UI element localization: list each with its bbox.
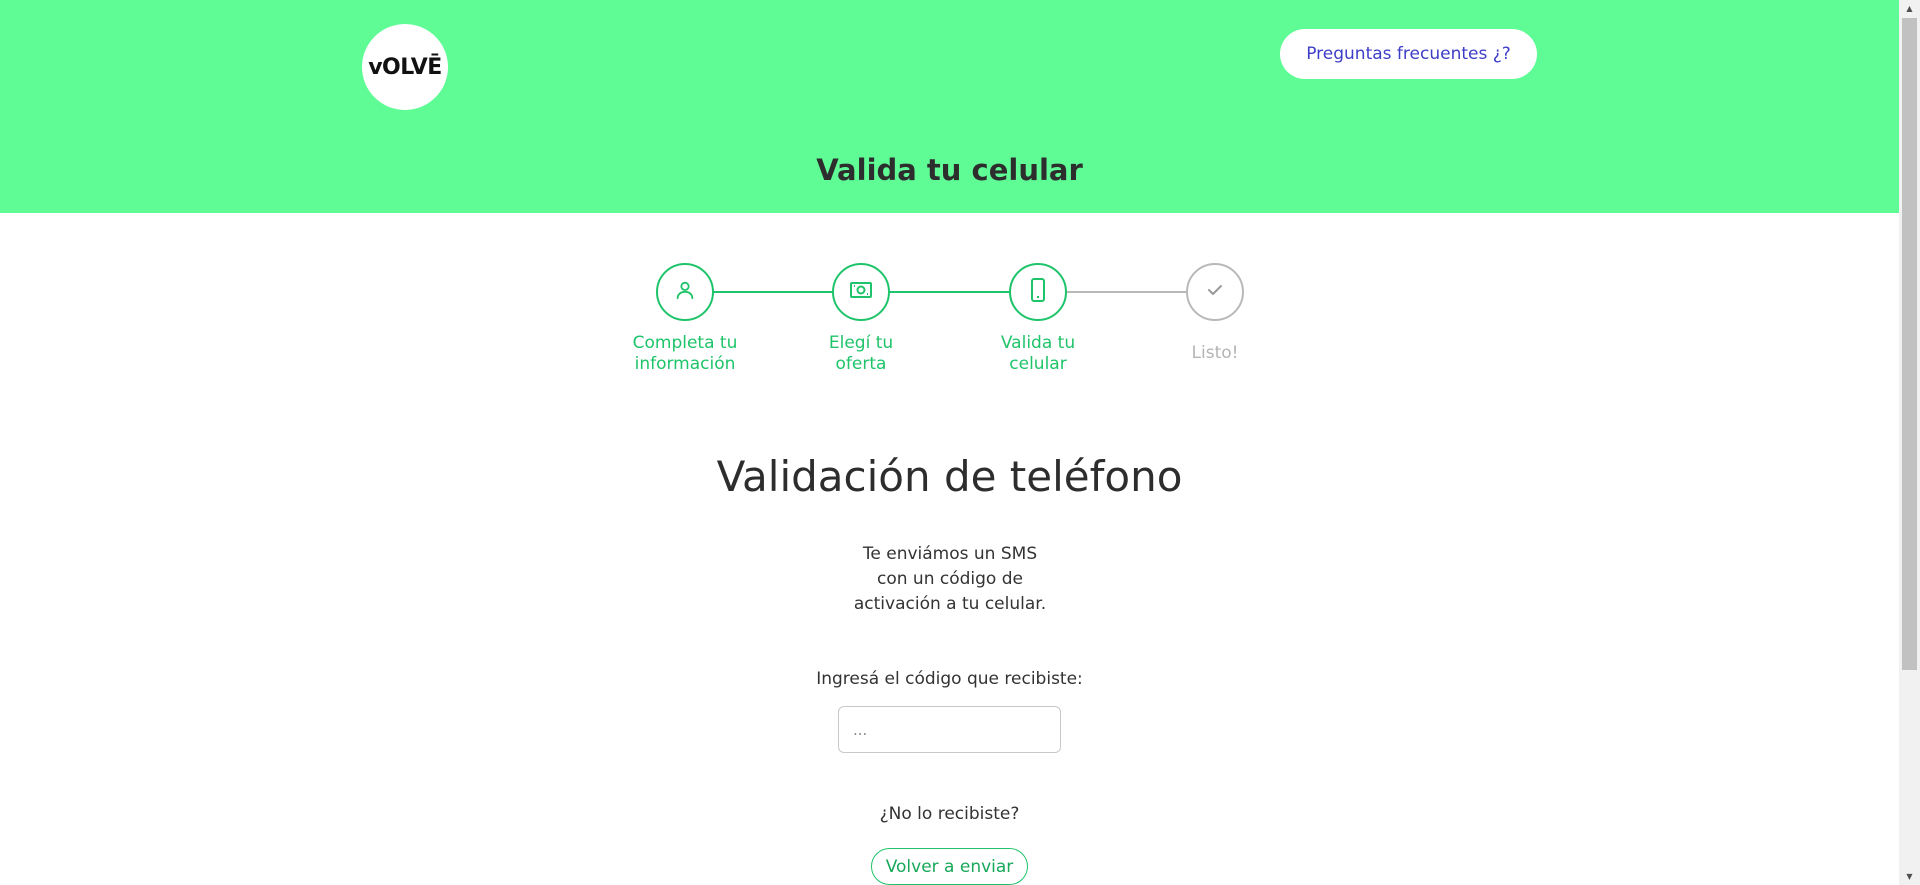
description-line1: Te enviámos un SMS bbox=[862, 544, 1038, 564]
step-3-label-line1: Valida tu bbox=[1000, 333, 1076, 353]
scrollbar[interactable]: ▲ ▼ bbox=[1899, 0, 1920, 885]
check-icon bbox=[1206, 282, 1224, 302]
step-1-circle bbox=[656, 263, 714, 321]
scroll-thumb[interactable] bbox=[1902, 18, 1917, 670]
step-2-label-line2: oferta bbox=[835, 354, 887, 374]
code-label: Ingresá el código que recibiste: bbox=[816, 669, 1083, 689]
step-connector bbox=[1067, 291, 1189, 293]
scroll-up-icon[interactable]: ▲ bbox=[1899, 0, 1920, 17]
no-receive-text: ¿No lo recibiste? bbox=[879, 804, 1020, 824]
phone-icon bbox=[1029, 278, 1047, 306]
step-2-circle bbox=[832, 263, 890, 321]
description: Te enviámos un SMS con un código de acti… bbox=[800, 542, 1100, 617]
step-4-label: Listo! bbox=[1145, 343, 1285, 364]
page: vOLVĒ Preguntas frecuentes ¿? Valida tu … bbox=[0, 0, 1899, 885]
user-icon bbox=[674, 279, 696, 305]
step-3-label: Valida tu celular bbox=[968, 333, 1108, 375]
step-2-label: Elegí tu oferta bbox=[791, 333, 931, 375]
money-icon bbox=[849, 279, 873, 305]
resend-button[interactable]: Volver a enviar bbox=[871, 848, 1028, 885]
code-input[interactable] bbox=[838, 706, 1061, 753]
step-connector bbox=[889, 291, 1011, 293]
step-4-label-line1: Listo! bbox=[1191, 343, 1239, 363]
stepper: Completa tu información Elegí tu oferta … bbox=[620, 263, 1244, 383]
description-line2: con un código de bbox=[877, 569, 1023, 589]
step-3-circle bbox=[1009, 263, 1067, 321]
step-1-label: Completa tu información bbox=[615, 333, 755, 375]
scroll-down-icon[interactable]: ▼ bbox=[1899, 868, 1920, 885]
step-1-label-line1: Completa tu bbox=[632, 333, 738, 353]
step-4-circle bbox=[1186, 263, 1244, 321]
logo-text: vOLVĒ bbox=[368, 54, 442, 80]
page-title: Validación de teléfono bbox=[716, 452, 1183, 501]
logo[interactable]: vOLVĒ bbox=[362, 24, 448, 110]
step-3-label-line2: celular bbox=[1009, 354, 1067, 374]
step-1-label-line2: información bbox=[634, 354, 736, 374]
step-2-label-line1: Elegí tu bbox=[828, 333, 894, 353]
step-connector bbox=[713, 291, 833, 293]
header: vOLVĒ Preguntas frecuentes ¿? Valida tu … bbox=[0, 0, 1899, 213]
header-title: Valida tu celular bbox=[816, 153, 1083, 187]
faq-button[interactable]: Preguntas frecuentes ¿? bbox=[1280, 29, 1537, 79]
description-line3: activación a tu celular. bbox=[853, 594, 1047, 614]
